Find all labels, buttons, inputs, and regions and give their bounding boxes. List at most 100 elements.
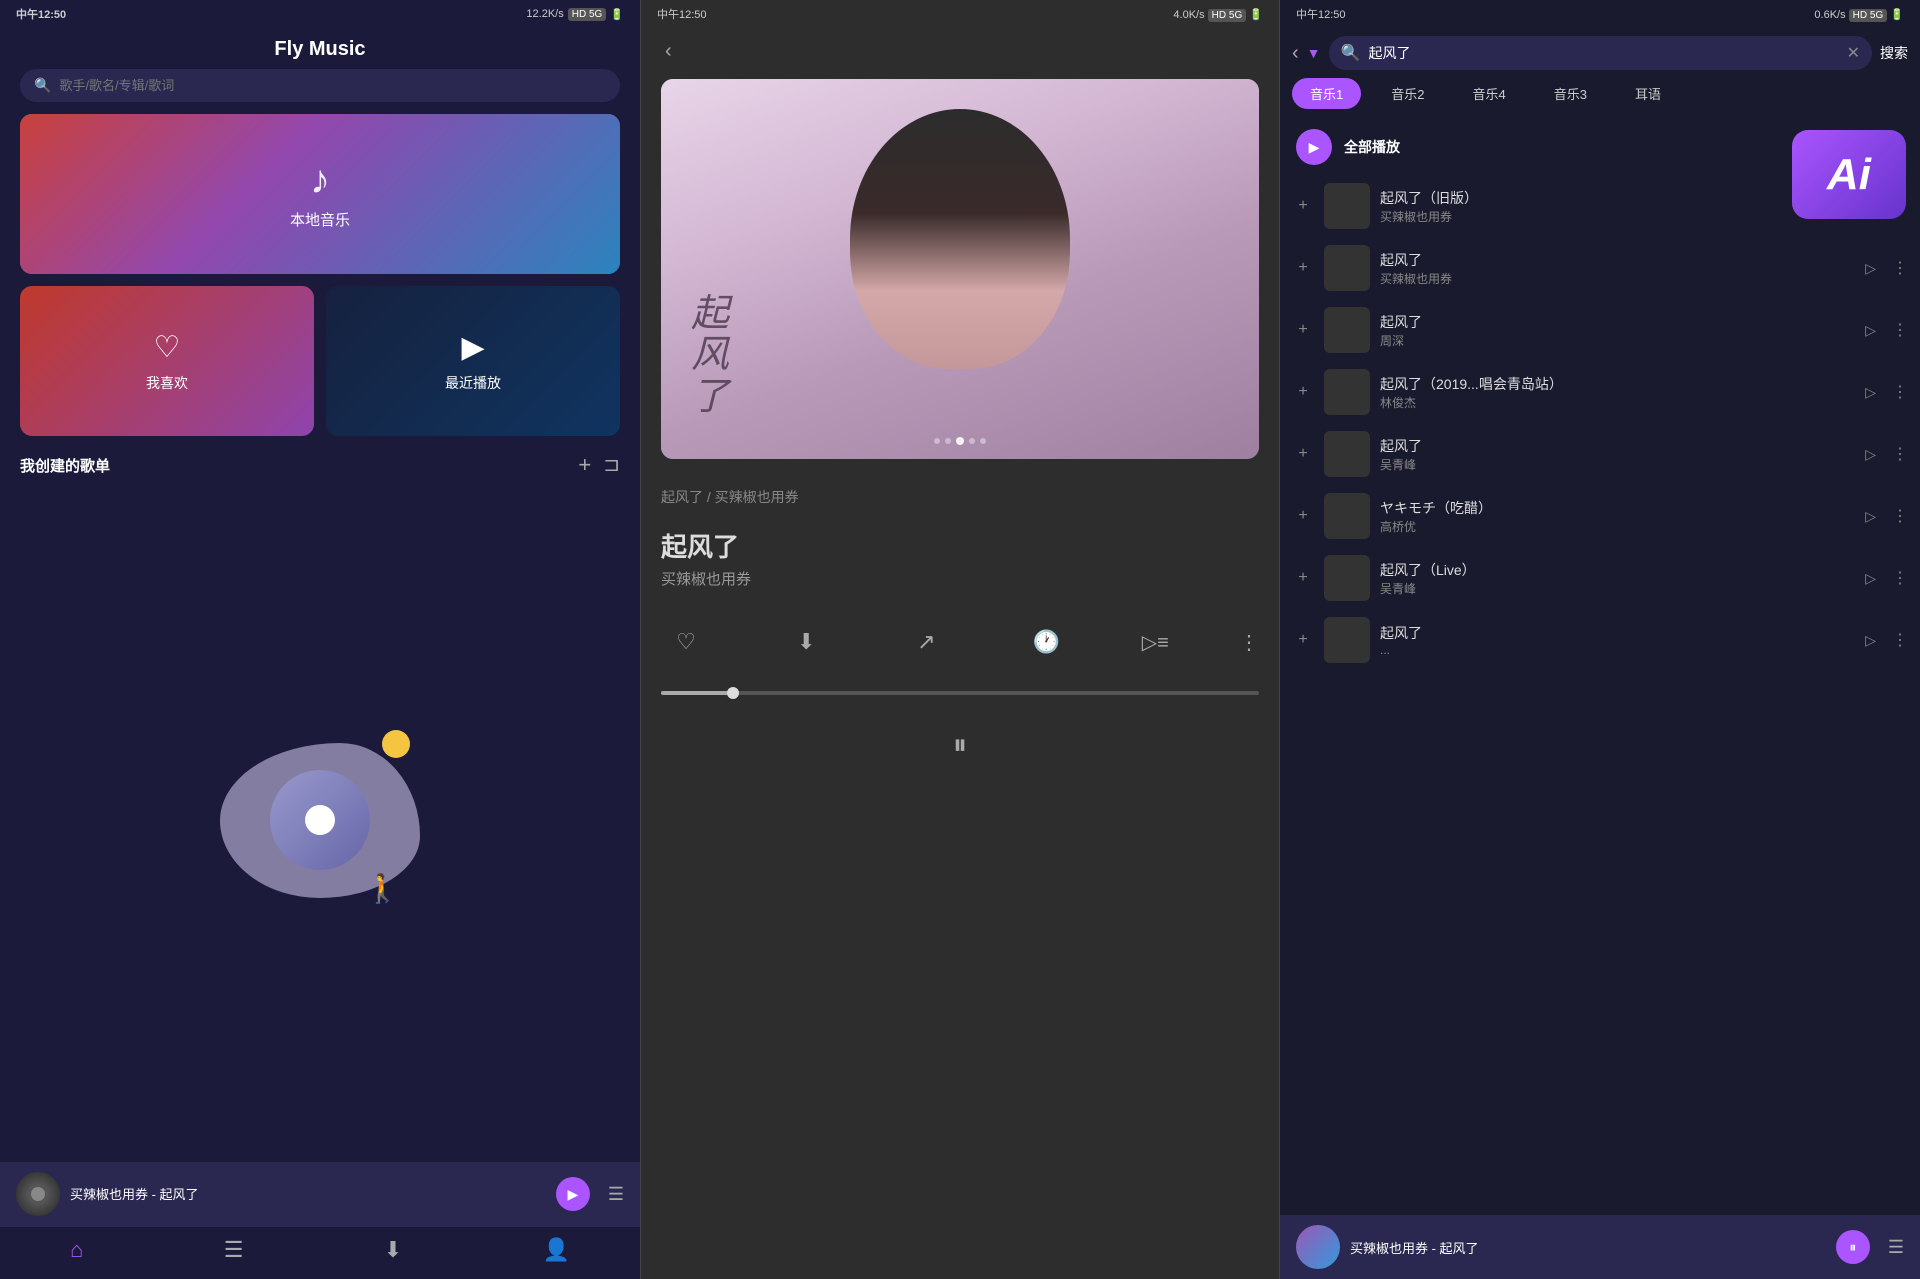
progress-track[interactable] [661, 691, 1259, 695]
search-input-wrap[interactable]: 🔍 ✕ [1329, 36, 1872, 70]
recent-card[interactable]: ▶ 最近播放 [326, 286, 620, 436]
more-dots-7[interactable]: ⋮ [1892, 630, 1908, 650]
playlist-btn[interactable]: ▷≡ [1142, 630, 1169, 655]
more-dots-6[interactable]: ⋮ [1892, 568, 1908, 588]
song-item-3[interactable]: + 起风了（2019...唱会青岛站） 林俊杰 ▷ ⋮ [1280, 361, 1920, 423]
search-bar-1[interactable]: 🔍 [20, 69, 620, 102]
progress-dot [727, 687, 739, 699]
song-item-5[interactable]: + ヤキモチ（吃醋） 高桥优 ▷ ⋮ [1280, 485, 1920, 547]
progress-container[interactable] [641, 683, 1279, 711]
more-dots-3[interactable]: ⋮ [1892, 382, 1908, 402]
track-title: 起风了 [641, 511, 1279, 568]
status-time-2: 中午12:50 [657, 6, 707, 22]
song-item-4[interactable]: + 起风了 吴青峰 ▷ ⋮ [1280, 423, 1920, 485]
play-circle-icon: ▶ [461, 330, 484, 365]
song-artist-0: 买辣椒也用券 [1380, 208, 1855, 225]
back-btn-2[interactable]: ‹ [657, 36, 680, 67]
search-input-1[interactable] [59, 78, 606, 93]
clock-icon: 🕐 [1033, 629, 1060, 655]
song-thumb-0 [1324, 183, 1370, 229]
import-playlist-btn[interactable]: ⊐ [603, 452, 620, 478]
now-playing-bar-1[interactable]: 买辣椒也用券 - 起风了 ▶ ☰ [0, 1162, 640, 1226]
mv-btn-4[interactable]: ▷ [1865, 446, 1876, 463]
song-list: + 起风了（旧版） 买辣椒也用券 ▷ ⋮ + 起风了 买辣椒也用券 ▷ ⋮ + … [1280, 175, 1920, 1279]
pause-btn[interactable]: ⏸ [934, 719, 986, 771]
add-playlist-btn[interactable]: + [578, 452, 591, 478]
filter-tab-music2[interactable]: 音乐2 [1373, 78, 1442, 109]
panel-now-playing: 中午12:50 4.0K/s HD 5G 🔋 ‹ 起 风 了 起风了 / 买辣椒… [640, 0, 1280, 1279]
app-title: Fly Music [0, 28, 640, 69]
add-song-btn-7[interactable]: + [1292, 631, 1314, 649]
np-play-btn-1[interactable]: ▶ [556, 1177, 590, 1211]
nav-home[interactable]: ⌂ [70, 1237, 83, 1263]
song-item-6[interactable]: + 起风了（Live） 吴青峰 ▷ ⋮ [1280, 547, 1920, 609]
song-item-7[interactable]: + 起风了 ... ▷ ⋮ [1280, 609, 1920, 671]
mv-btn-2[interactable]: ▷ [1865, 322, 1876, 339]
now-playing-bar-3[interactable]: 买辣椒也用券 - 起风了 ⏸ ☰ [1280, 1215, 1920, 1279]
status-network-3: HD 5G [1849, 9, 1888, 22]
action-row: ♡ ⬇ ↗ 🕐 ▷≡ ⋮ [641, 609, 1279, 683]
back-btn-3[interactable]: ‹ [1292, 42, 1299, 65]
more-btn[interactable]: ⋮ [1239, 630, 1259, 655]
np-list-btn-1[interactable]: ☰ [608, 1184, 624, 1205]
song-item-2[interactable]: + 起风了 周深 ▷ ⋮ [1280, 299, 1920, 361]
filter-tab-music1[interactable]: 音乐1 [1292, 78, 1361, 109]
vinyl-icon [16, 1172, 60, 1216]
song-title-6: 起风了（Live） [1380, 560, 1855, 580]
song-artist-2: 周深 [1380, 332, 1855, 349]
nav-list[interactable]: ☰ [224, 1237, 244, 1263]
section-title: 我创建的歌单 [20, 455, 110, 476]
mv-btn-3[interactable]: ▷ [1865, 384, 1876, 401]
mv-btn-5[interactable]: ▷ [1865, 508, 1876, 525]
add-song-btn-1[interactable]: + [1292, 259, 1314, 277]
song-item-1[interactable]: + 起风了 买辣椒也用券 ▷ ⋮ [1280, 237, 1920, 299]
np-title-1: 买辣椒也用券 - 起风了 [70, 1187, 199, 1202]
add-song-btn-0[interactable]: + [1292, 197, 1314, 215]
song-title-0: 起风了（旧版） [1380, 188, 1855, 208]
np-pause-btn-3[interactable]: ⏸ [1836, 1230, 1870, 1264]
more-dots-5[interactable]: ⋮ [1892, 506, 1908, 526]
favorites-card[interactable]: ♡ 我喜欢 [20, 286, 314, 436]
add-song-btn-3[interactable]: + [1292, 383, 1314, 401]
music-note-icon: ♪ [310, 158, 330, 203]
like-btn[interactable]: ♡ [661, 617, 711, 667]
song-thumb-2 [1324, 307, 1370, 353]
more-dots-4[interactable]: ⋮ [1892, 444, 1908, 464]
album-art: 起 风 了 [661, 79, 1259, 459]
np-thumb-3 [1296, 1225, 1340, 1269]
add-song-btn-2[interactable]: + [1292, 321, 1314, 339]
history-btn[interactable]: 🕐 [1022, 617, 1072, 667]
filter-tab-music4[interactable]: 音乐4 [1454, 78, 1523, 109]
more-dots-1[interactable]: ⋮ [1892, 258, 1908, 278]
song-info-5: ヤキモチ（吃醋） 高桥优 [1380, 498, 1855, 535]
more-dots-2[interactable]: ⋮ [1892, 320, 1908, 340]
song-title-5: ヤキモチ（吃醋） [1380, 498, 1855, 518]
mv-btn-7[interactable]: ▷ [1865, 632, 1876, 649]
song-thumb-1 [1324, 245, 1370, 291]
mv-btn-6[interactable]: ▷ [1865, 570, 1876, 587]
search-dropdown-btn[interactable]: ▼ [1307, 45, 1321, 61]
clear-btn[interactable]: ✕ [1847, 43, 1860, 63]
search-submit-btn[interactable]: 搜索 [1880, 43, 1908, 63]
nav-download[interactable]: ⬇ [384, 1237, 402, 1263]
main-banner[interactable]: ♪ 本地音乐 [20, 114, 620, 274]
song-info-1: 起风了 买辣椒也用券 [1380, 250, 1855, 287]
download-btn[interactable]: ⬇ [781, 617, 831, 667]
share-btn[interactable]: ↗ [901, 617, 951, 667]
np-list-btn-3[interactable]: ☰ [1888, 1237, 1904, 1258]
add-song-btn-5[interactable]: + [1292, 507, 1314, 525]
add-song-btn-4[interactable]: + [1292, 445, 1314, 463]
np-title-3: 买辣椒也用券 - 起风了 [1350, 1238, 1826, 1257]
filter-tab-earphone[interactable]: 耳语 [1617, 78, 1679, 109]
np-info-1: 买辣椒也用券 - 起风了 [70, 1184, 546, 1204]
search-input-3[interactable] [1368, 45, 1838, 61]
np-thumb-1 [16, 1172, 60, 1216]
song-info-6: 起风了（Live） 吴青峰 [1380, 560, 1855, 597]
download-icon-2: ⬇ [797, 629, 815, 655]
mv-btn-1[interactable]: ▷ [1865, 260, 1876, 277]
status-bar-1: 中午12:50 12.2K/s HD 5G 🔋 [0, 0, 640, 28]
add-song-btn-6[interactable]: + [1292, 569, 1314, 587]
figure-icon: 🚶 [365, 872, 400, 905]
nav-profile[interactable]: 👤 [542, 1237, 569, 1263]
filter-tab-music3[interactable]: 音乐3 [1536, 78, 1605, 109]
